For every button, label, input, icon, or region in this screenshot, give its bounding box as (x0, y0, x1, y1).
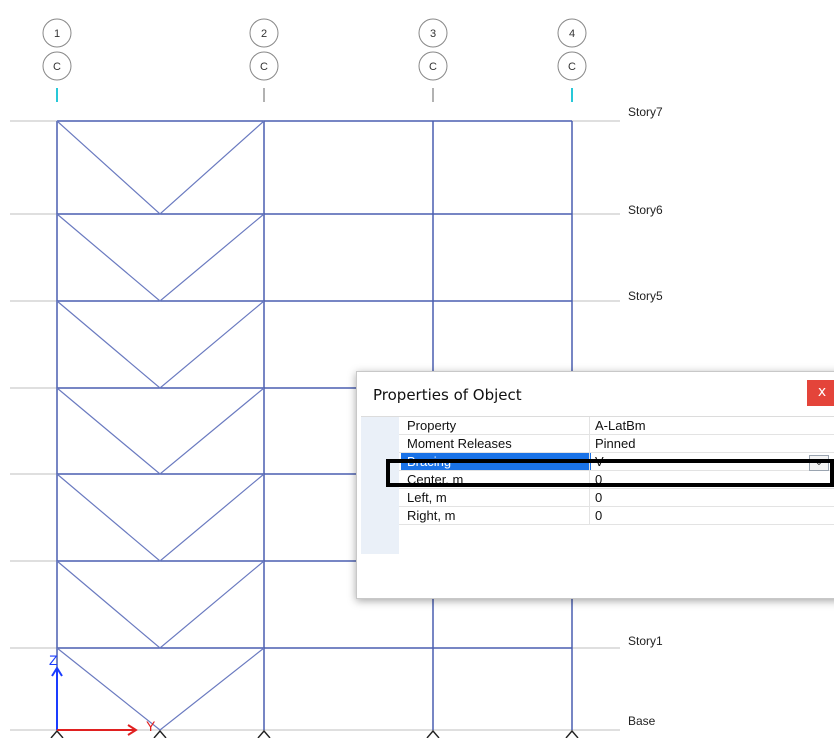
property-value[interactable]: A-LatBm (595, 417, 646, 434)
property-row-bracing[interactable]: Bracing V ⌄ (399, 453, 834, 471)
elevation-view[interactable]: 1 C 2 C 3 C 4 C Story7 Story6 Story5 Sto… (0, 0, 834, 738)
property-value[interactable]: 0 (595, 507, 602, 524)
property-name: Right, m (407, 508, 456, 523)
property-name: Left, m (407, 490, 447, 505)
chevron-down-icon[interactable]: ⌄ (809, 455, 829, 471)
column-divider (589, 507, 590, 524)
story-label: Story7 (628, 105, 663, 119)
grid-bubble-1[interactable]: 1 C (42, 18, 72, 102)
axis-z-label: Z (49, 652, 58, 668)
column-divider (589, 435, 590, 452)
property-row-center[interactable]: Center, m 0 (399, 471, 834, 489)
grid-label: 4 (569, 28, 575, 40)
grid-sublabel: C (53, 61, 61, 73)
grid-bubble-3[interactable]: 3 C (418, 18, 448, 102)
grid-sublabel: C (260, 61, 268, 73)
property-row-property[interactable]: Property A-LatBm (399, 417, 834, 435)
v-bracing[interactable] (56, 120, 265, 731)
dialog-title: Properties of Object (373, 386, 522, 404)
property-grid[interactable]: Property A-LatBm Moment Releases Pinned … (361, 416, 834, 554)
story-label: Story5 (628, 289, 663, 303)
property-row-moment-releases[interactable]: Moment Releases Pinned (399, 435, 834, 453)
column-divider (589, 489, 590, 506)
property-name: Property (407, 418, 457, 433)
property-row-left[interactable]: Left, m 0 (399, 489, 834, 507)
bracing-select[interactable]: V (595, 453, 604, 470)
column-divider (589, 471, 590, 488)
grid-sublabel: C (568, 61, 576, 73)
column-divider (589, 417, 590, 434)
property-value[interactable]: Pinned (595, 435, 635, 452)
story-label: Story1 (628, 634, 663, 648)
property-name: Center, m (407, 472, 464, 487)
properties-dialog[interactable]: Properties of Object x Property A-LatBm … (356, 371, 834, 599)
property-name: Moment Releases (407, 436, 512, 451)
grid-sublabel: C (429, 61, 437, 73)
property-value[interactable]: 0 (595, 471, 602, 488)
grid-label: 2 (261, 28, 267, 40)
property-row-right[interactable]: Right, m 0 (399, 507, 834, 525)
grid-bubble-2[interactable]: 2 C (249, 18, 279, 102)
property-value[interactable]: 0 (595, 489, 602, 506)
grid-gutter (361, 417, 399, 554)
grid-label: 3 (430, 28, 436, 40)
grid-label: 1 (54, 28, 60, 40)
axis-y-label: Y (146, 718, 156, 734)
grid-bubble-4[interactable]: 4 C (557, 18, 587, 102)
story-label: Base (628, 714, 656, 728)
property-name: Bracing (401, 453, 591, 470)
close-button[interactable]: x (807, 380, 834, 406)
column-divider (589, 453, 590, 470)
story-label: Story6 (628, 203, 663, 217)
